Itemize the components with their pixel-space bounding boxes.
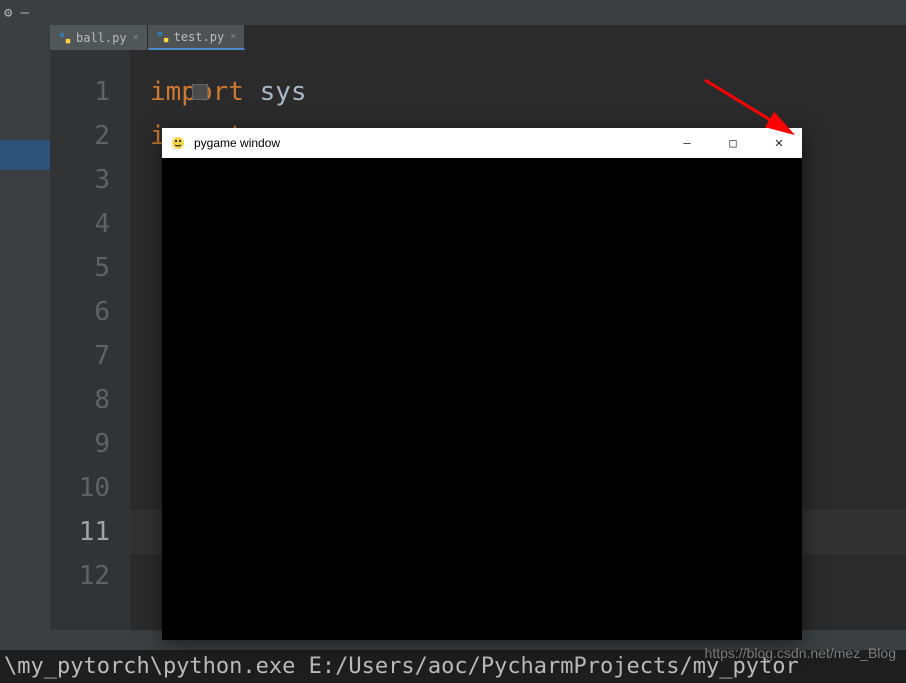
line-number: 10	[50, 466, 130, 510]
line-number: 1	[50, 70, 130, 114]
maximize-button[interactable]: □	[710, 128, 756, 158]
line-number: 9	[50, 422, 130, 466]
line-number: 11	[50, 510, 130, 554]
editor-tabs: ball.py × test.py ×	[50, 25, 245, 50]
code-line: import sys	[130, 70, 906, 114]
tab-test-py[interactable]: test.py ×	[148, 25, 246, 50]
line-number: 7	[50, 334, 130, 378]
left-panel-selection	[0, 140, 50, 170]
close-button[interactable]: ✕	[756, 128, 802, 158]
python-file-icon	[58, 31, 72, 45]
tab-ball-py[interactable]: ball.py ×	[50, 25, 148, 50]
minimize-icon[interactable]: —	[20, 5, 28, 21]
line-number: 3	[50, 158, 130, 202]
close-icon[interactable]: ×	[230, 31, 236, 42]
line-number: 8	[50, 378, 130, 422]
top-toolbar: ⚙ —	[0, 0, 906, 25]
pygame-window: pygame window — □ ✕	[162, 128, 802, 640]
python-file-icon	[156, 30, 170, 44]
tab-label: ball.py	[76, 31, 127, 45]
left-panel	[0, 25, 50, 650]
pygame-titlebar[interactable]: pygame window — □ ✕	[162, 128, 802, 158]
fold-indicator-icon[interactable]	[192, 84, 208, 100]
line-number: 5	[50, 246, 130, 290]
tab-label: test.py	[174, 30, 225, 44]
gear-icon[interactable]: ⚙	[4, 5, 12, 21]
minimize-button[interactable]: —	[664, 128, 710, 158]
line-number: 4	[50, 202, 130, 246]
close-icon[interactable]: ×	[133, 32, 139, 43]
line-number: 2	[50, 114, 130, 158]
watermark: https://blog.csdn.net/mez_Blog	[705, 645, 896, 661]
pygame-icon	[170, 135, 186, 151]
line-number: 12	[50, 554, 130, 598]
console-text: \my_pytorch\python.exe E:/Users/aoc/Pych…	[4, 654, 799, 679]
line-number: 6	[50, 290, 130, 334]
line-number-gutter: 1 2 3 4 5 6 7 8 9 10 11 12	[50, 50, 130, 630]
window-controls: — □ ✕	[664, 128, 802, 158]
pygame-window-title: pygame window	[194, 136, 664, 150]
